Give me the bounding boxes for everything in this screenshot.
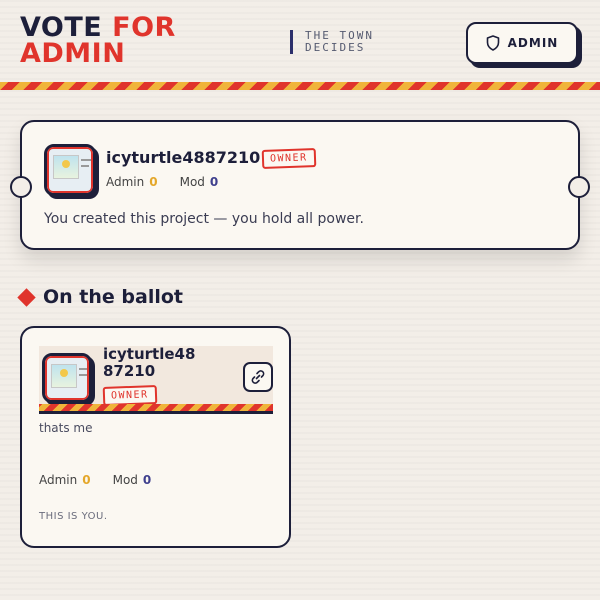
owner-username: icyturtle4887210 (106, 148, 261, 167)
admin-button-label: ADMIN (507, 36, 559, 50)
candidate-role-counts: Admin 0 Mod 0 (39, 473, 151, 487)
section-title: On the ballot (17, 286, 183, 308)
mod-label: Mod (112, 473, 138, 487)
avatar-ring (45, 356, 89, 400)
avatar-ring (47, 147, 93, 193)
app-logo[interactable]: VOTE FOR ADMIN (20, 14, 176, 69)
ticket-notch-right (568, 176, 590, 198)
admin-label: Admin (106, 175, 145, 189)
owner-badge: OWNER (261, 148, 316, 169)
copy-link-button[interactable] (243, 362, 273, 392)
mod-count: Mod 0 (180, 175, 219, 189)
candidate-card[interactable]: icyturtle4887210 OWNER thats me Admin 0 M… (20, 326, 291, 548)
admin-label: Admin (39, 473, 78, 487)
admin-count: Admin 0 (106, 175, 158, 189)
candidate-badge: OWNER (102, 385, 157, 406)
avatar (42, 353, 92, 403)
owner-description: You created this project — you hold all … (44, 211, 364, 227)
section-title-text: On the ballot (43, 286, 183, 308)
mod-label: Mod (179, 175, 205, 189)
link-icon (251, 370, 265, 384)
admin-button[interactable]: ADMIN (466, 22, 578, 64)
shield-icon (486, 35, 499, 51)
admin-count: Admin 0 (39, 473, 91, 487)
hazard-stripe (39, 404, 273, 414)
diamond-icon (17, 287, 36, 307)
owner-card: icyturtle4887210 OWNER Admin 0 Mod 0 You c… (10, 120, 590, 250)
app-header: VOTE FOR ADMIN THE TOWN DECIDES ADMIN (0, 0, 600, 82)
candidate-card-header: icyturtle4887210 OWNER (39, 346, 273, 408)
mod-count-value: 0 (209, 175, 219, 189)
candidate-username: icyturtle4887210 (103, 345, 196, 380)
admin-count-value: 0 (82, 473, 91, 487)
tagline-line2: DECIDES (305, 41, 366, 54)
self-note: THIS IS YOU. (39, 511, 108, 522)
tagline: THE TOWN DECIDES (290, 30, 374, 54)
candidate-bio: thats me (39, 421, 93, 435)
avatar (44, 144, 96, 196)
mod-count: Mod 0 (113, 473, 152, 487)
hazard-stripe (0, 82, 600, 90)
owner-role-counts: Admin 0 Mod 0 (106, 175, 218, 189)
admin-count-value: 0 (149, 175, 158, 189)
ticket-notch-left (10, 176, 32, 198)
logo-word-admin: ADMIN (20, 38, 126, 69)
mod-count-value: 0 (142, 473, 152, 487)
